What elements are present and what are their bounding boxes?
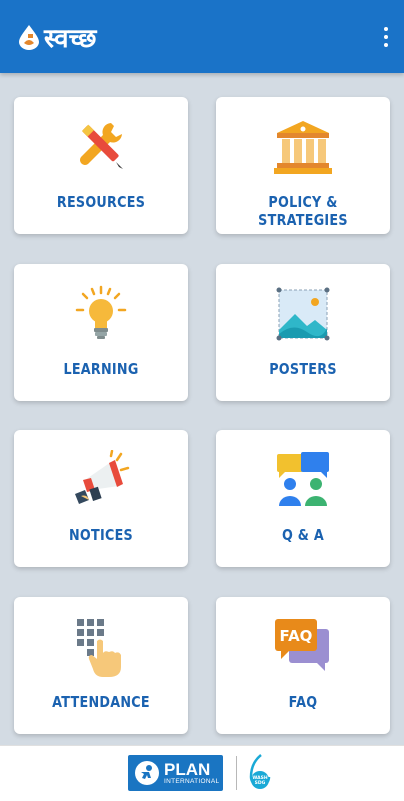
megaphone-icon — [75, 450, 130, 504]
posters-card[interactable]: POSTERS — [216, 264, 390, 401]
faq-label: FAQ — [288, 693, 318, 711]
learning-card[interactable]: LEARNING — [14, 264, 188, 401]
faq-card[interactable]: FAQ FAQ — [216, 597, 390, 734]
policy-strategies-card[interactable]: POLICY & STRATEGIES — [216, 97, 390, 234]
overflow-menu-icon[interactable] — [382, 27, 390, 47]
notices-label: NOTICES — [69, 526, 133, 544]
plan-person-icon — [135, 761, 159, 785]
svg-text:SDG: SDG — [255, 780, 266, 786]
resources-label: RESOURCES — [56, 193, 146, 211]
svg-text:FAQ: FAQ — [280, 627, 313, 645]
q-and-a-card[interactable]: Q & A — [216, 430, 390, 567]
policy-strategies-label: POLICY & STRATEGIES — [258, 193, 348, 229]
app-bar: स्वच्छ — [0, 0, 404, 73]
attendance-card[interactable]: ATTENDANCE — [14, 597, 188, 734]
lightbulb-icon — [75, 285, 127, 339]
attendance-label: ATTENDANCE — [52, 693, 150, 711]
wash-sdg-logo: WASH SDG — [249, 754, 271, 789]
q-and-a-label: Q & A — [282, 526, 324, 544]
group-chat-icon — [277, 452, 329, 506]
keypad-tap-icon — [77, 619, 121, 677]
learning-label: LEARNING — [63, 360, 139, 378]
resources-card[interactable]: RESOURCES — [14, 97, 188, 234]
plan-international-logo: PLAN INTERNATIONAL — [128, 755, 223, 791]
footer: PLAN INTERNATIONAL WASH SDG — [0, 745, 404, 801]
app-title: स्वच्छ — [44, 23, 97, 54]
water-drop-icon — [19, 24, 39, 50]
image-icon — [276, 287, 330, 341]
faq-bubbles-icon: FAQ — [275, 619, 329, 671]
notices-card[interactable]: NOTICES — [14, 430, 188, 567]
footer-divider — [236, 756, 237, 790]
plan-subtitle: INTERNATIONAL — [164, 777, 220, 785]
posters-label: POSTERS — [269, 360, 337, 378]
government-building-icon — [274, 121, 332, 174]
plan-name: PLAN — [164, 759, 211, 779]
app-logo: स्वच्छ — [18, 19, 96, 55]
tools-icon — [79, 123, 123, 169]
